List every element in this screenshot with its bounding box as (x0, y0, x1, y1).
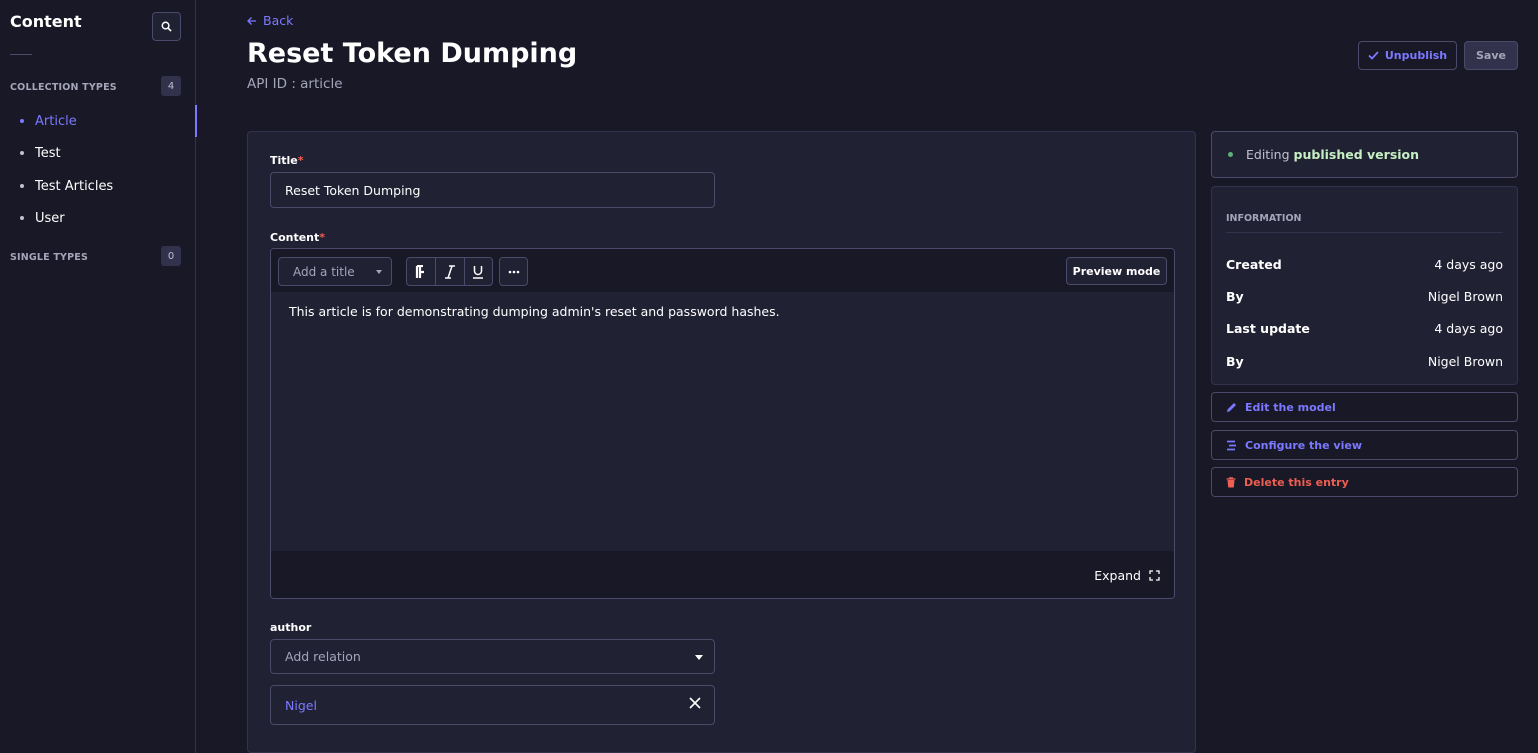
author-field-label: author (270, 621, 312, 634)
unpublish-button[interactable]: Unpublish (1358, 41, 1457, 70)
chevron-down-icon (376, 270, 382, 274)
expand-label: Expand (1094, 568, 1141, 583)
relation-link[interactable]: Nigel (285, 698, 317, 713)
sidebar-item-test[interactable]: Test (0, 138, 196, 168)
delete-entry-button[interactable]: Delete this entry (1211, 467, 1518, 497)
underline-icon (473, 265, 484, 279)
edit-model-button[interactable]: Edit the model (1211, 392, 1518, 422)
preview-mode-button[interactable]: Preview mode (1066, 257, 1167, 285)
trash-icon (1226, 476, 1236, 487)
italic-button[interactable] (435, 258, 463, 285)
expand-button[interactable]: Expand (1094, 568, 1160, 583)
bullet-icon (20, 216, 24, 220)
configure-view-button[interactable]: Configure the view (1211, 430, 1518, 460)
page-title: Reset Token Dumping (247, 38, 578, 69)
editor-toolbar: Add a title Preview mode (271, 249, 1174, 292)
publication-status: Editing published version (1211, 131, 1518, 178)
api-id: API ID : article (247, 76, 343, 92)
title-field-label: Title* (270, 154, 304, 167)
info-key: By (1226, 289, 1244, 304)
information-panel: INFORMATION Created 4 days ago By Nigel … (1211, 186, 1518, 385)
status-dot-icon (1228, 152, 1233, 157)
arrow-left-icon (247, 16, 256, 25)
bullet-icon (20, 184, 24, 188)
status-version: published version (1293, 147, 1420, 162)
heading-select-placeholder: Add a title (293, 264, 355, 279)
configure-view-label: Configure the view (1245, 438, 1362, 452)
title-input[interactable]: Reset Token Dumping (270, 172, 715, 208)
format-button-group (406, 257, 493, 286)
relation-item: Nigel (270, 685, 715, 725)
chevron-down-icon (695, 655, 703, 660)
information-divider (1226, 232, 1503, 233)
back-label: Back (263, 13, 294, 28)
content-label-text: Content (270, 231, 320, 244)
search-button[interactable] (152, 12, 181, 41)
sidebar-item-label: Article (35, 113, 77, 129)
collection-types-heading: COLLECTION TYPES (10, 82, 117, 93)
heading-select[interactable]: Add a title (278, 257, 392, 286)
sidebar-title: Content (10, 12, 82, 31)
status-prefix: Editing (1246, 147, 1290, 162)
sidebar-divider (10, 54, 32, 55)
more-icon (508, 270, 519, 273)
bullet-icon (20, 151, 24, 155)
more-options-button[interactable] (499, 257, 528, 286)
collection-types-count: 4 (161, 76, 181, 96)
info-row-created-by: By Nigel Brown (1226, 289, 1503, 304)
info-value: 4 days ago (1434, 321, 1503, 336)
list-icon (1227, 440, 1236, 450)
info-value: Nigel Brown (1427, 354, 1503, 369)
info-row-created: Created 4 days ago (1226, 257, 1503, 272)
edit-model-label: Edit the model (1245, 400, 1336, 414)
sidebar-item-label: Test Articles (35, 178, 114, 194)
expand-icon (1149, 570, 1160, 581)
info-value: Nigel Brown (1427, 289, 1503, 304)
info-key: Last update (1226, 321, 1310, 336)
relation-placeholder: Add relation (285, 649, 361, 664)
bold-button[interactable] (407, 258, 435, 285)
information-heading: INFORMATION (1226, 213, 1302, 224)
sidebar-item-user[interactable]: User (0, 203, 196, 233)
pencil-icon (1227, 402, 1236, 412)
unpublish-label: Unpublish (1384, 49, 1448, 62)
info-value: 4 days ago (1434, 257, 1503, 272)
content-field-label: Content* (270, 231, 325, 244)
check-icon (1368, 51, 1379, 60)
editor-footer: Expand (271, 551, 1174, 598)
rich-text-editor: Add a title Preview mode This article is… (270, 248, 1175, 599)
required-marker: * (297, 154, 304, 167)
info-key: By (1226, 354, 1244, 369)
editor-textarea[interactable]: This article is for demonstrating dumpin… (271, 292, 1174, 551)
sidebar-item-test-articles[interactable]: Test Articles (0, 171, 196, 201)
save-button[interactable]: Save (1464, 41, 1518, 70)
back-link[interactable]: Back (247, 13, 293, 28)
close-icon[interactable] (689, 697, 701, 709)
bold-icon (416, 264, 425, 278)
sidebar-item-label: User (35, 210, 65, 226)
sidebar-item-label: Test (35, 145, 61, 161)
required-marker: * (319, 231, 326, 244)
title-label-text: Title (270, 154, 298, 167)
underline-button[interactable] (463, 258, 492, 285)
sidebar-item-article[interactable]: Article (0, 105, 197, 137)
bullet-icon (20, 119, 24, 123)
sidebar: Content COLLECTION TYPES 4 Article Test … (0, 0, 197, 753)
edit-form: Title* Reset Token Dumping Content* Add … (247, 131, 1196, 753)
single-types-count: 0 (161, 246, 181, 266)
relation-select[interactable]: Add relation (270, 639, 715, 674)
single-types-heading: SINGLE TYPES (10, 252, 89, 263)
info-row-last-update: Last update 4 days ago (1226, 321, 1503, 336)
search-icon (161, 21, 172, 32)
info-key: Created (1226, 257, 1282, 272)
delete-entry-label: Delete this entry (1244, 475, 1349, 489)
info-row-updated-by: By Nigel Brown (1226, 354, 1503, 369)
italic-icon (444, 264, 455, 279)
